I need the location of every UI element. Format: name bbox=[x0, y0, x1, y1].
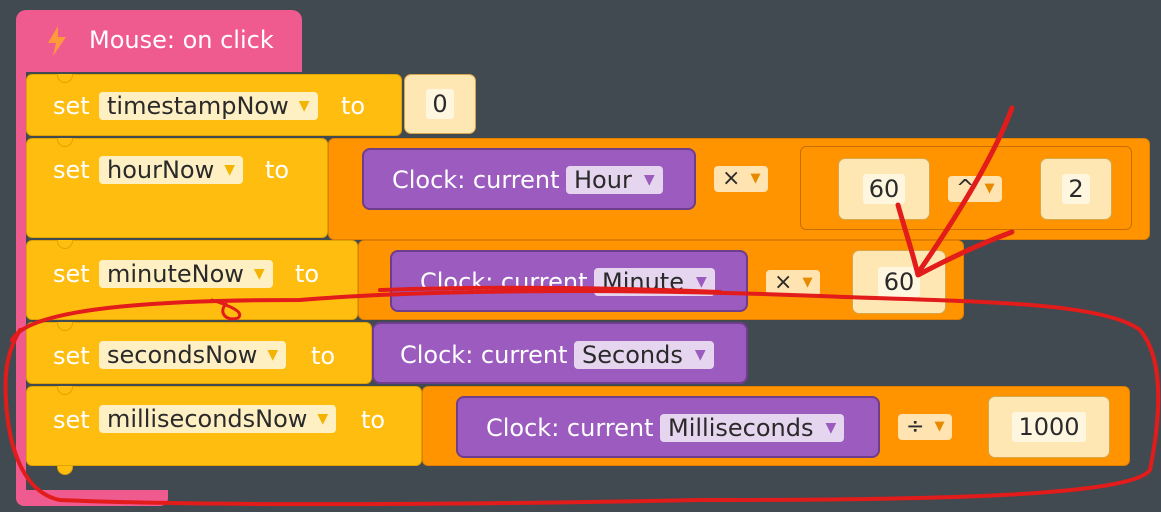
red-annotation-overlay bbox=[3, 105, 1161, 507]
red-arrow-annotation bbox=[895, 105, 1015, 278]
red-squiggle-annotation bbox=[210, 298, 242, 321]
red-circle-annotation bbox=[3, 289, 1161, 507]
